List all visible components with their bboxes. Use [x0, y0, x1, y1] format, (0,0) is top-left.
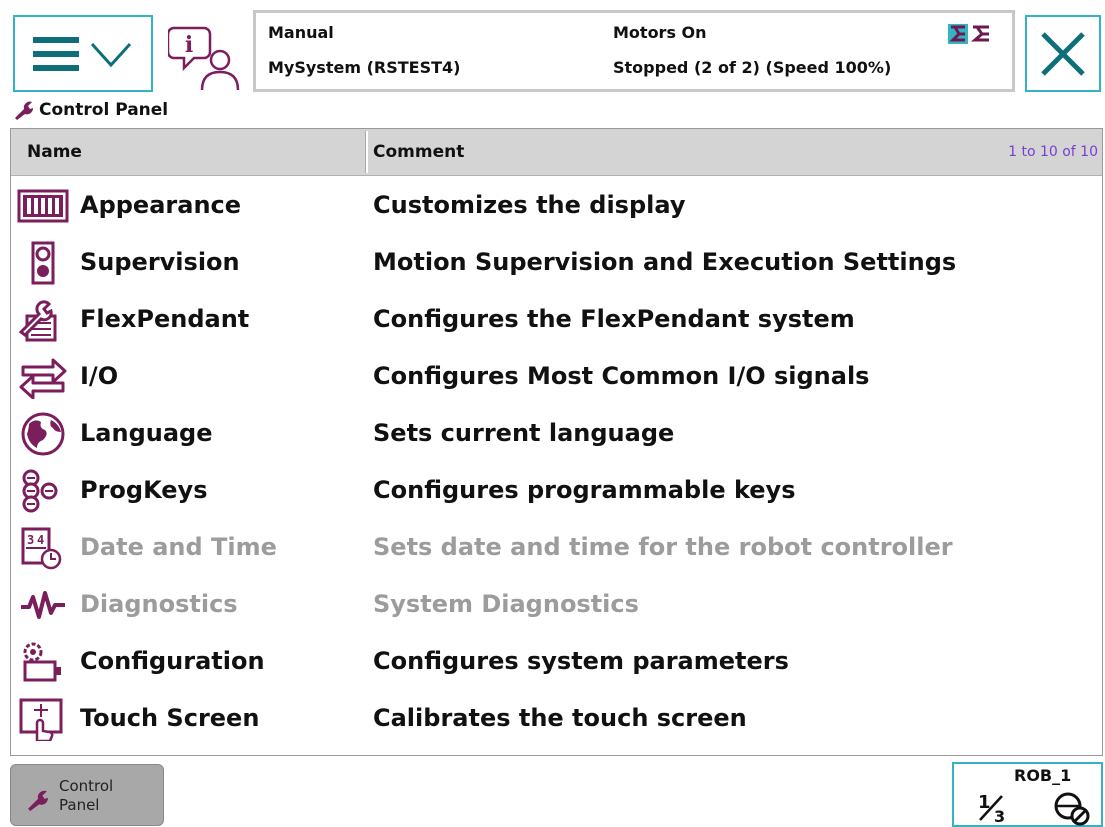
close-icon	[1041, 31, 1085, 76]
taskbar-control-panel-button[interactable]: Control Panel	[10, 764, 164, 826]
item-name: Appearance	[80, 190, 242, 219]
item-name: Language	[80, 418, 213, 447]
item-comment: Customizes the display	[373, 190, 686, 219]
io-icon	[19, 358, 67, 399]
item-comment: Sets date and time for the robot control…	[373, 532, 953, 561]
page-title: Control Panel	[39, 100, 169, 120]
list-item-touch-screen[interactable]: Touch Screen Calibrates the touch screen	[11, 689, 1102, 746]
top-bar: i Manual MySystem (RSTEST4) Motors On St…	[0, 0, 1105, 97]
hamburger-icon	[33, 36, 79, 71]
item-name: Diagnostics	[80, 589, 238, 618]
table-header: Name Comment 1 to 10 of 10	[11, 129, 1102, 176]
list-item-io[interactable]: I/O Configures Most Common I/O signals	[11, 347, 1102, 404]
diagnostics-icon	[21, 591, 65, 619]
item-comment: Calibrates the touch screen	[373, 703, 747, 732]
list-item-language[interactable]: Language Sets current language	[11, 404, 1102, 461]
breadcrumb: Control Panel	[13, 98, 168, 122]
configuration-icon	[23, 642, 61, 682]
list-item-diagnostics: Diagnostics System Diagnostics	[11, 575, 1102, 632]
item-name: FlexPendant	[80, 304, 250, 333]
list-item-configuration[interactable]: Configuration Configures system paramete…	[11, 632, 1102, 689]
taskbar-label: Control Panel	[59, 777, 149, 815]
system-name: MySystem (RSTEST4)	[268, 58, 461, 77]
item-comment: Configures programmable keys	[373, 475, 796, 504]
robot-unit-label: ROB_1	[1014, 766, 1072, 785]
item-name: I/O	[80, 361, 119, 390]
list-item-date-and-time: 3 4 Date and Time Sets date and time for…	[11, 518, 1102, 575]
list-item-appearance[interactable]: Appearance Customizes the display	[11, 176, 1102, 233]
touch-screen-icon	[19, 698, 63, 741]
column-header-comment[interactable]: Comment	[373, 129, 464, 175]
item-comment: Motion Supervision and Execution Setting…	[373, 247, 957, 276]
svg-text:3: 3	[27, 533, 34, 547]
item-name: ProgKeys	[80, 475, 208, 504]
item-comment: Configures the FlexPendant system	[373, 304, 855, 333]
list-item-progkeys[interactable]: ProgKeys Configures programmable keys	[11, 461, 1102, 518]
language-icon	[21, 412, 65, 456]
robot-status-icon	[948, 24, 989, 44]
svg-text:3: 3	[994, 807, 1005, 824]
item-comment: System Diagnostics	[373, 589, 639, 618]
item-comment: Configures system parameters	[373, 646, 789, 675]
operating-mode: Manual	[268, 23, 334, 42]
supervision-icon	[31, 241, 55, 285]
column-separator	[365, 131, 368, 173]
item-name: Supervision	[80, 247, 240, 276]
svg-text:4: 4	[37, 533, 44, 547]
control-panel-list: Name Comment 1 to 10 of 10 Appearance Cu…	[10, 128, 1103, 756]
taskbar-label-line1: Control	[59, 777, 114, 795]
close-button[interactable]	[1025, 15, 1101, 92]
item-name: Touch Screen	[80, 703, 260, 732]
abb-menu-button[interactable]	[13, 15, 153, 92]
item-name: Configuration	[80, 646, 265, 675]
item-count: 1 to 10 of 10	[1008, 144, 1098, 160]
increment-icon: 1 3	[978, 792, 1005, 824]
wrench-icon	[15, 101, 34, 120]
appearance-icon	[17, 189, 69, 223]
event-log-icon[interactable]: i	[168, 20, 240, 92]
date-time-icon: 3 4	[21, 527, 62, 570]
status-bar[interactable]: Manual MySystem (RSTEST4) Motors On Stop…	[253, 10, 1015, 92]
quickset-button[interactable]: ROB_1 1 3	[952, 762, 1103, 827]
chevron-down-icon	[90, 42, 132, 67]
list-item-supervision[interactable]: Supervision Motion Supervision and Execu…	[11, 233, 1102, 290]
item-comment: Configures Most Common I/O signals	[373, 361, 870, 390]
motors-state: Motors On	[613, 23, 707, 42]
wrench-icon	[28, 790, 48, 811]
lead-through-icon	[1054, 792, 1090, 826]
svg-text:i: i	[185, 32, 193, 58]
taskbar-label-line2: Panel	[59, 796, 100, 814]
program-state: Stopped (2 of 2) (Speed 100%)	[613, 58, 892, 77]
progkeys-icon	[22, 469, 58, 513]
flexpendant-icon	[18, 300, 57, 342]
item-name: Date and Time	[80, 532, 277, 561]
item-comment: Sets current language	[373, 418, 675, 447]
column-header-name[interactable]: Name	[27, 129, 82, 175]
list-item-flexpendant[interactable]: FlexPendant Configures the FlexPendant s…	[11, 290, 1102, 347]
